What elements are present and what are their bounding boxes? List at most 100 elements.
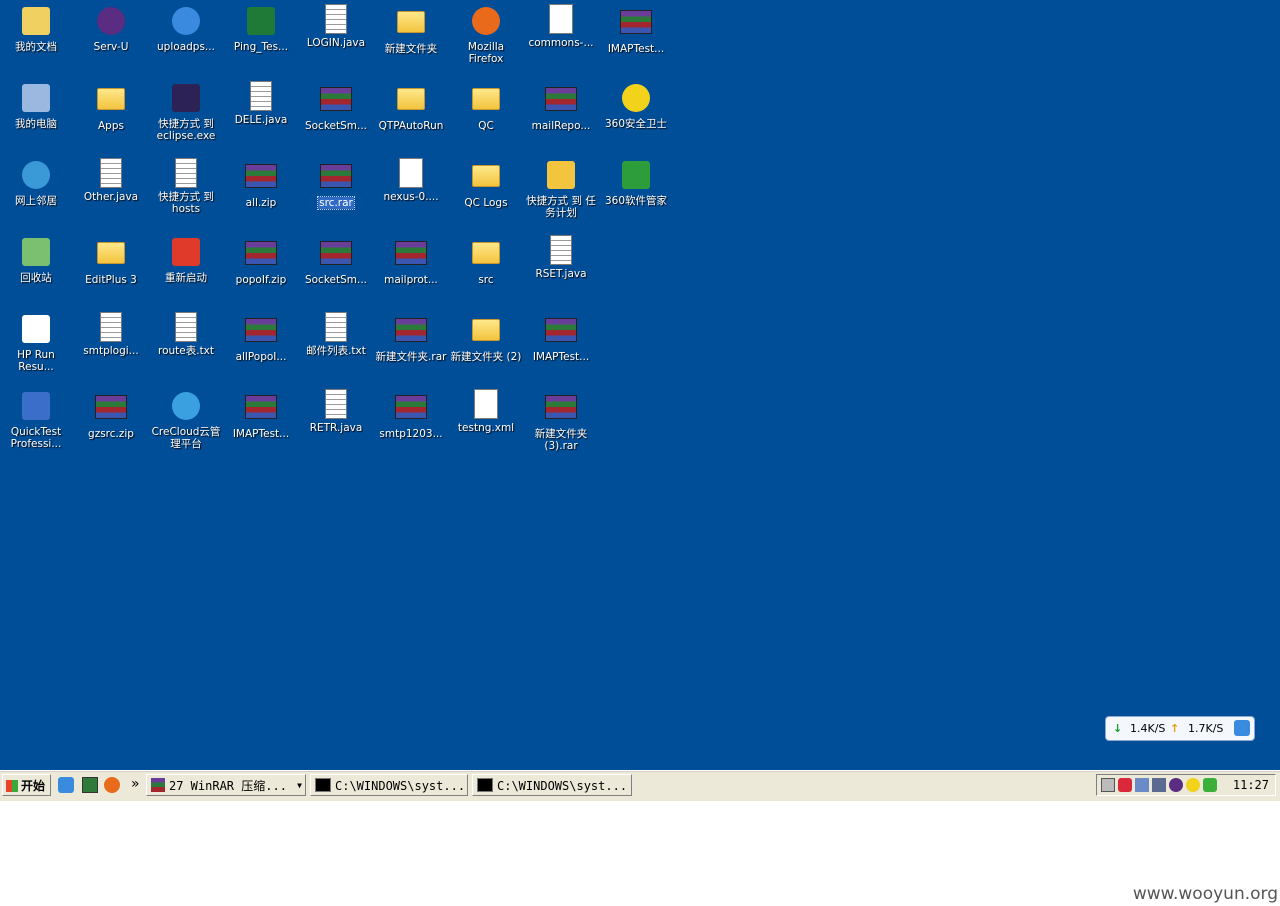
desktop-icon[interactable]: DELE.java [223,81,299,126]
desktop-icon-label: Mozilla Firefox [467,41,505,65]
network-speed-widget[interactable]: ↓ 1.4K/S ↑ 1.7K/S [1105,716,1255,741]
desktop-icon[interactable]: uploadps... [148,4,224,53]
desktop-icon-label: 网上邻居 [15,195,57,207]
desktop-icon[interactable]: mailprot... [373,235,449,286]
desktop-icon[interactable]: SocketSm... [298,81,374,132]
security-shield-icon[interactable] [1203,778,1217,792]
desktop-icon[interactable]: 新建文件夹(3).rar [523,389,599,452]
desktop-icon[interactable]: IMAPTest... [598,4,674,55]
desktop-icon[interactable]: 重新启动 [148,235,224,284]
serv-u-tray-icon[interactable] [1169,778,1183,792]
desktop-icon[interactable]: Other.java [73,158,149,203]
desktop-icon[interactable]: mailRepo... [523,81,599,132]
desktop-icon[interactable]: IMAPTest... [523,312,599,363]
desktop-icon[interactable]: Serv-U [73,4,149,53]
desktop-icon[interactable]: QTPAutoRun [373,81,449,132]
desktop[interactable]: 我的文档 Serv-U uploadps... Ping_Tes... LOGIN.ja… [0,0,1280,770]
start-button[interactable]: 开始 [2,774,51,796]
desktop-icon[interactable]: src [448,235,524,286]
desktop-icon[interactable]: 快捷方式 到 任务计划 [523,158,599,219]
desktop-icon-label: Apps [98,120,124,132]
my-documents-icon [22,7,50,35]
desktop-icon-label: smtplogi... [83,345,139,357]
quicklaunch-firefox-icon[interactable] [104,777,120,793]
taskbar: 开始 » 27 WinRAR 压缩... ▼ C:\WINDOWS\syst..… [0,770,1280,801]
folder-icon [97,88,125,110]
desktop-icon[interactable]: 邮件列表.txt [298,312,374,357]
desktop-icon[interactable]: route表.txt [148,312,224,357]
desktop-icon[interactable]: gzsrc.zip [73,389,149,440]
desktop-icon[interactable]: testng.xml [448,389,524,434]
desktop-icon[interactable]: 360安全卫士 [598,81,674,130]
folder-icon [472,88,500,110]
restart-icon [172,238,200,266]
text-file-icon [175,312,197,342]
desktop-icon[interactable]: allPopoI... [223,312,299,363]
desktop-icon[interactable]: 新建文件夹.rar [373,312,449,363]
desktop-icon[interactable]: EditPlus 3 [73,235,149,286]
hosts-file-icon [175,158,197,188]
desktop-icon-label: Ping_Tes... [233,41,289,53]
desktop-icon[interactable]: QuickTest Professi... [0,389,74,450]
internet-explorer-icon[interactable] [1234,720,1250,736]
desktop-icon[interactable]: IMAPTest... [223,389,299,440]
desktop-icon-label: route表.txt [157,345,215,357]
desktop-icon[interactable]: nexus-0.... [373,158,449,203]
desktop-icon[interactable]: Mozilla Firefox [448,4,524,65]
desktop-icon[interactable]: popoIf.zip [223,235,299,286]
desktop-icon-label: 邮件列表.txt [306,345,366,357]
clock[interactable]: 11:27 [1233,775,1269,795]
desktop-icon-label: IMAPTest... [232,428,290,440]
desktop-icon[interactable]: 网上邻居 [0,158,74,207]
winrar-archive-icon [545,395,577,419]
winrar-archive-icon [545,87,577,111]
winrar-archive-icon [245,318,277,342]
quicklaunch-more-button[interactable]: » [131,774,140,794]
desktop-icon-label: SocketSm... [304,274,368,286]
360-safeguard-tray-icon[interactable] [1186,778,1200,792]
xml-file-icon [474,389,498,419]
antivirus-shield-icon[interactable] [1118,778,1132,792]
text-file-icon [325,4,347,34]
desktop-icon-label: 回收站 [20,272,52,284]
desktop-icon[interactable]: QC [448,81,524,132]
desktop-icon[interactable]: 回收站 [0,235,74,284]
desktop-icon[interactable]: Apps [73,81,149,132]
desktop-icon[interactable]: 我的文档 [0,4,74,53]
desktop-icon-label: all.zip [245,197,277,209]
download-speed: 1.4K/S [1130,722,1166,735]
desktop-icon[interactable]: 快捷方式 到 hosts [148,158,224,215]
task-cmd-1[interactable]: C:\WINDOWS\syst... [310,774,468,796]
desktop-icon[interactable]: 新建文件夹 [373,4,449,55]
desktop-icon[interactable]: 快捷方式 到 eclipse.exe [148,81,224,142]
desktop-icon[interactable]: QC Logs [448,158,524,209]
desktop-icon[interactable]: smtplogi... [73,312,149,357]
desktop-icon[interactable]: smtp1203... [373,389,449,440]
desktop-icon[interactable]: RSET.java [523,235,599,280]
task-winrar[interactable]: 27 WinRAR 压缩... ▼ [146,774,306,796]
desktop-icon-label: IMAPTest... [532,351,590,363]
desktop-icon[interactable]: commons-... [523,4,599,49]
task-cmd-2[interactable]: C:\WINDOWS\syst... [472,774,632,796]
desktop-icon[interactable]: 360软件管家 [598,158,674,207]
network-connection-icon[interactable] [1135,778,1149,792]
quicklaunch-desktop-icon[interactable] [82,777,98,793]
folder-icon [397,88,425,110]
desktop-icon[interactable]: LOGIN.java [298,4,374,49]
desktop-icon[interactable]: RETR.java [298,389,374,434]
desktop-icon[interactable]: Ping_Tes... [223,4,299,53]
watermark: www.wooyun.org [1132,884,1278,904]
desktop-icon[interactable]: 我的电脑 [0,81,74,130]
quicklaunch-ie-icon[interactable] [58,777,74,793]
desktop-icon-label: QuickTest Professi... [10,426,62,450]
desktop-icon-label: RSET.java [535,268,587,280]
desktop-icon[interactable]: all.zip [223,158,299,209]
keyboard-icon[interactable] [1101,778,1115,792]
desktop-icon-label: uploadps... [157,41,215,53]
desktop-icon[interactable]: SocketSm... [298,235,374,286]
desktop-icon[interactable]: 新建文件夹 (2) [448,312,524,363]
desktop-icon[interactable]: CreCloud云管理平台 [148,389,224,450]
desktop-icon[interactable]: src.rar [298,158,374,210]
desktop-icon[interactable]: HP Run Resu... [0,312,74,373]
network-connection-2-icon[interactable] [1152,778,1166,792]
